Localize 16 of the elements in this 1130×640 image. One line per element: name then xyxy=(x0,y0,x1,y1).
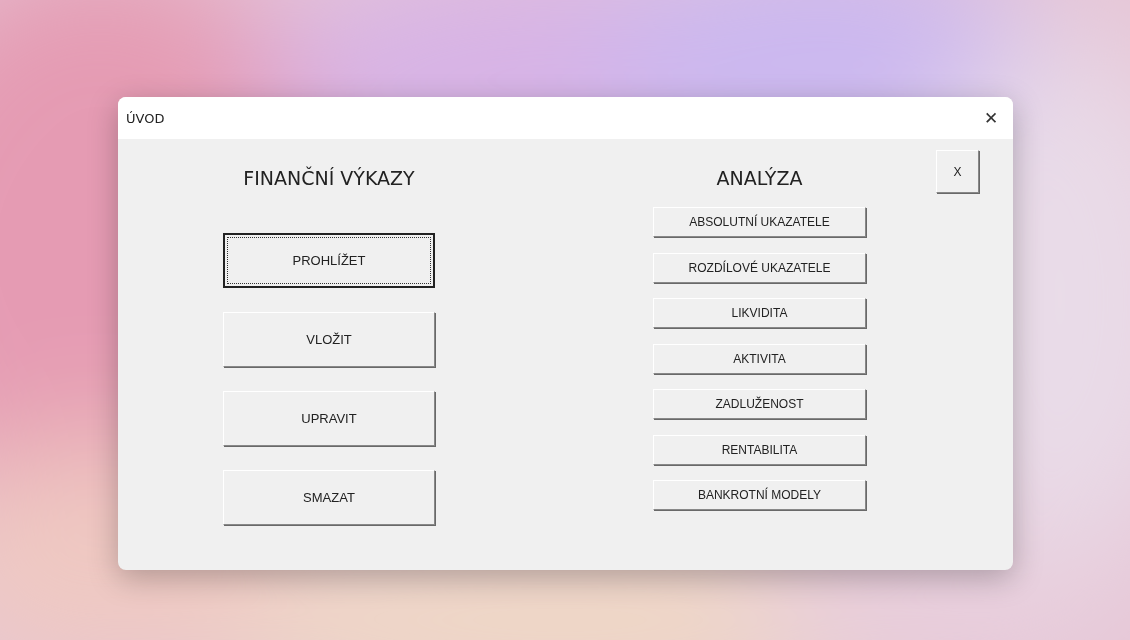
analysis-button[interactable]: ZADLUŽENOST xyxy=(653,389,866,419)
section-heading: FINANČNÍ VÝKAZY xyxy=(243,165,415,191)
section-heading: ANALÝZA xyxy=(716,166,803,191)
analysis-button[interactable]: BANKROTNÍ MODELY xyxy=(653,480,866,510)
analysis-button[interactable]: ROZDÍLOVÉ UKAZATELE xyxy=(653,252,866,283)
analysis-button[interactable]: ABSOLUTNÍ UKAZATELE xyxy=(653,207,866,237)
close-button[interactable]: ✕ xyxy=(969,97,1013,139)
analysis-button[interactable]: AKTIVITA xyxy=(653,343,866,374)
analysis-button[interactable]: LIKVIDITA xyxy=(653,298,866,328)
exit-button[interactable]: X xyxy=(936,150,979,193)
action-button[interactable]: VLOŽIT xyxy=(223,312,435,367)
action-button[interactable]: UPRAVIT xyxy=(223,391,435,446)
analysis-button[interactable]: RENTABILITA xyxy=(653,434,866,465)
action-button[interactable]: SMAZAT xyxy=(223,470,435,525)
action-button[interactable]: PROHLÍŽET xyxy=(223,233,435,288)
window-title: ÚVOD xyxy=(125,110,165,126)
